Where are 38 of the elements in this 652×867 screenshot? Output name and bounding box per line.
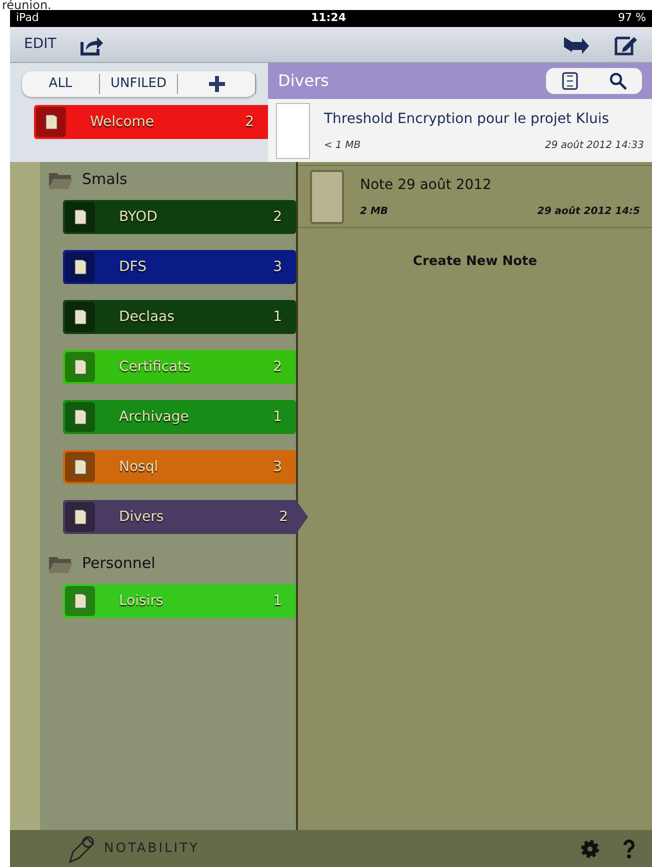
note-row[interactable]: Threshold Encryption pour le projet Kluis < 1 MB 29 août 2012 14:33 (268, 99, 652, 162)
clock-time: 11:24 (310, 10, 346, 26)
notebook-title: Divers (278, 70, 329, 92)
notebook-row[interactable]: DFS 3 (63, 250, 296, 284)
note-row[interactable]: Note 29 août 2012 2 MB 29 août 2012 14:5 (298, 166, 652, 228)
note-date: 29 août 2012 14:33 (544, 138, 644, 152)
notebook-icon (72, 358, 88, 376)
settings-icon[interactable] (580, 838, 600, 858)
help-icon[interactable] (622, 838, 636, 858)
notebook-row[interactable]: Divers 2 (63, 500, 308, 534)
notebook-icon (72, 408, 88, 426)
device-label: iPad (16, 10, 39, 26)
search-icon[interactable] (608, 72, 626, 90)
notebook-icon (72, 592, 88, 610)
filter-tab[interactable]: ALL (22, 74, 100, 94)
sort-icon[interactable] (562, 72, 578, 90)
notebook-icon (72, 308, 88, 326)
notebook-icon (72, 208, 88, 226)
notebook-icon (72, 258, 88, 276)
add-icon[interactable] (208, 76, 224, 92)
pencil-microphone-icon (66, 834, 96, 864)
notebook-row[interactable]: BYOD 2 (63, 200, 296, 234)
battery-level: 97 % (618, 10, 646, 26)
note-date: 29 août 2012 14:5 (537, 204, 640, 218)
edit-button[interactable]: EDIT (24, 34, 56, 55)
notebook-row[interactable]: Declaas 1 (63, 300, 296, 334)
notebook-icon (72, 458, 88, 476)
app-logo-text: NOTABILITY (104, 840, 200, 858)
filter-tab[interactable]: UNFILED (100, 74, 178, 94)
note-thumbnail (276, 102, 310, 158)
file-size: 2 MB (360, 204, 388, 218)
notebook-icon (43, 113, 59, 131)
folder-name: Smals (82, 168, 128, 190)
create-note-button[interactable]: Create New Note (298, 252, 652, 272)
note-thumbnail (310, 170, 344, 224)
folder-name: Personnel (82, 552, 156, 574)
file-size: < 1 MB (324, 138, 361, 152)
notebook-icon (72, 508, 88, 526)
